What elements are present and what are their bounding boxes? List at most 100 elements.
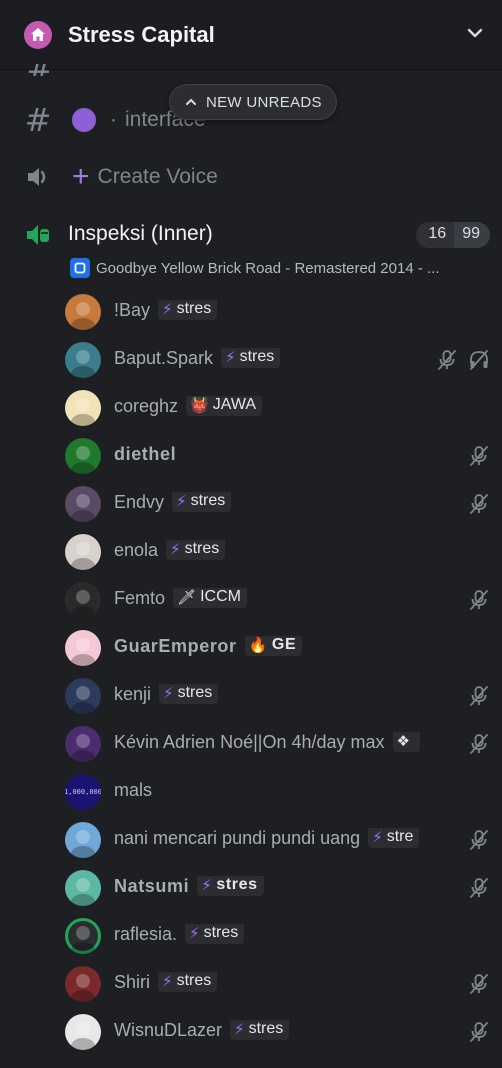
avatar [65, 822, 101, 858]
voice-member[interactable]: GuarEmperor 🔥 GE [0, 624, 502, 672]
role-tag-label: GE [271, 636, 297, 654]
member-name: mals [114, 780, 152, 801]
new-unreads-button[interactable]: NEW UNREADS [169, 84, 337, 120]
voice-member[interactable]: nani mencari pundi pundi uang ⚡ stre [0, 816, 502, 864]
home-icon [24, 20, 52, 49]
member-name: kenji ⚡ stres [114, 684, 219, 706]
voice-member[interactable]: !Bay ⚡ stres [0, 288, 502, 336]
voice-member[interactable]: WisnuDLazer ⚡ stres [0, 1008, 502, 1056]
role-tag-label: stres [216, 876, 258, 894]
channel-name: Create Voice [97, 165, 218, 188]
music-app-icon [70, 258, 90, 278]
voice-member[interactable]: Endvy ⚡ stres [0, 480, 502, 528]
avatar [65, 918, 101, 954]
member-name: Femto 🗡 ICCM [114, 588, 247, 610]
avatar [65, 1014, 101, 1050]
channel-partial[interactable]: # [0, 46, 502, 76]
member-display-name: enola [114, 540, 159, 560]
muted-icon [468, 445, 490, 467]
voice-member[interactable]: Kévin Adrien Noé||On 4h/day max ❖ [0, 720, 502, 768]
lightning-icon: ⚡ [162, 973, 173, 991]
role-tag-label: stres [248, 1020, 284, 1038]
member-name: coreghz 👹 JAWA [114, 396, 262, 418]
purple-circle-icon [72, 108, 96, 132]
voice-member[interactable]: coreghz 👹 JAWA [0, 384, 502, 432]
member-display-name: WisnuDLazer [114, 1020, 223, 1040]
member-display-name: Shiri [114, 972, 151, 992]
role-tag-label: stres [176, 972, 212, 990]
deafened-icon [468, 349, 490, 371]
voice-member[interactable]: Natsumi ⚡ stres [0, 864, 502, 912]
voice-member[interactable]: Shiri ⚡ stres [0, 960, 502, 1008]
role-tag-label: ICCM [200, 588, 241, 606]
lightning-icon: ⚡ [163, 685, 174, 703]
member-display-name: diethel [114, 444, 177, 464]
voice-member[interactable]: Baput.Spark ⚡ stres [0, 336, 502, 384]
member-name: nani mencari pundi pundi uang ⚡ stre [114, 828, 420, 850]
voice-member[interactable]: 1,000,000 mals [0, 768, 502, 816]
member-name: WisnuDLazer ⚡ stres [114, 1020, 290, 1042]
lightning-icon: ⚡ [234, 1021, 245, 1039]
member-display-name: Kévin Adrien Noé||On 4h/day max [114, 732, 385, 752]
role-tag-label: stres [190, 492, 226, 510]
member-name: Shiri ⚡ stres [114, 972, 218, 994]
member-display-name: Baput.Spark [114, 348, 214, 368]
user-limit: 99 [454, 222, 490, 248]
voice-channel-name: Inspeksi (Inner) [68, 222, 213, 245]
voice-member[interactable]: Femto 🗡 ICCM [0, 576, 502, 624]
role-tag: ⚡ stres [172, 492, 232, 513]
avatar-text: 1,000,000 [65, 788, 101, 796]
role-icon: 🗡 [177, 589, 197, 607]
muted-icon [468, 1021, 490, 1043]
avatar [65, 390, 101, 426]
member-display-name: Endvy [114, 492, 165, 512]
speaker-icon [22, 161, 54, 193]
voice-member[interactable]: kenji ⚡ stres [0, 672, 502, 720]
role-tag: ⚡ stres [221, 348, 281, 369]
member-name: GuarEmperor 🔥 GE [114, 636, 303, 658]
channel-activity[interactable]: Goodbye Yellow Brick Road - Remastered 2… [70, 258, 490, 278]
muted-icon [468, 829, 490, 851]
role-icon: 👹 [190, 397, 209, 415]
member-name: raflesia. ⚡ stres [114, 924, 245, 946]
channel-separator: · [110, 108, 117, 131]
role-tag: ⚡ stres [166, 540, 226, 561]
user-limit-badge: 16 99 [416, 222, 490, 248]
role-tag: ⚡ stres [159, 684, 219, 705]
role-tag-label: stres [177, 684, 213, 702]
member-name: Baput.Spark ⚡ stres [114, 348, 281, 370]
server-name: Stress Capital [68, 21, 215, 47]
voice-member[interactable]: raflesia. ⚡ stres [0, 912, 502, 960]
lightning-icon: ⚡ [162, 301, 173, 319]
channel-create-voice[interactable]: + Create Voice [0, 151, 502, 203]
role-tag: ⚡ stres [158, 972, 218, 993]
avatar [65, 534, 101, 570]
avatar [65, 678, 101, 714]
chevron-down-icon[interactable] [464, 22, 486, 44]
member-display-name: kenji [114, 684, 152, 704]
role-tag: 🔥 GE [244, 636, 303, 657]
chevron-up-icon [186, 98, 196, 105]
avatar [65, 486, 101, 522]
lightning-icon: ⚡ [189, 925, 200, 943]
voice-member[interactable]: diethel [0, 432, 502, 480]
avatar [65, 630, 101, 666]
member-name: !Bay ⚡ stres [114, 300, 218, 322]
role-tag: ⚡ stres [230, 1020, 290, 1041]
member-display-name: mals [114, 780, 153, 800]
activity-text: Goodbye Yellow Brick Road - Remastered 2… [96, 259, 440, 277]
avatar [65, 726, 101, 762]
member-name: Natsumi ⚡ stres [114, 876, 264, 898]
role-tag: 👹 JAWA [186, 396, 262, 417]
muted-icon [436, 349, 458, 371]
avatar: 1,000,000 [65, 774, 101, 810]
avatar [65, 870, 101, 906]
plus-icon: + [72, 160, 90, 193]
role-tag-label: stres [176, 300, 212, 318]
avatar [65, 582, 101, 618]
role-icon: 🔥 [248, 637, 268, 655]
muted-icon [468, 973, 490, 995]
user-count: 16 [416, 222, 455, 248]
voice-member[interactable]: enola ⚡ stres [0, 528, 502, 576]
member-name: Endvy ⚡ stres [114, 492, 232, 514]
